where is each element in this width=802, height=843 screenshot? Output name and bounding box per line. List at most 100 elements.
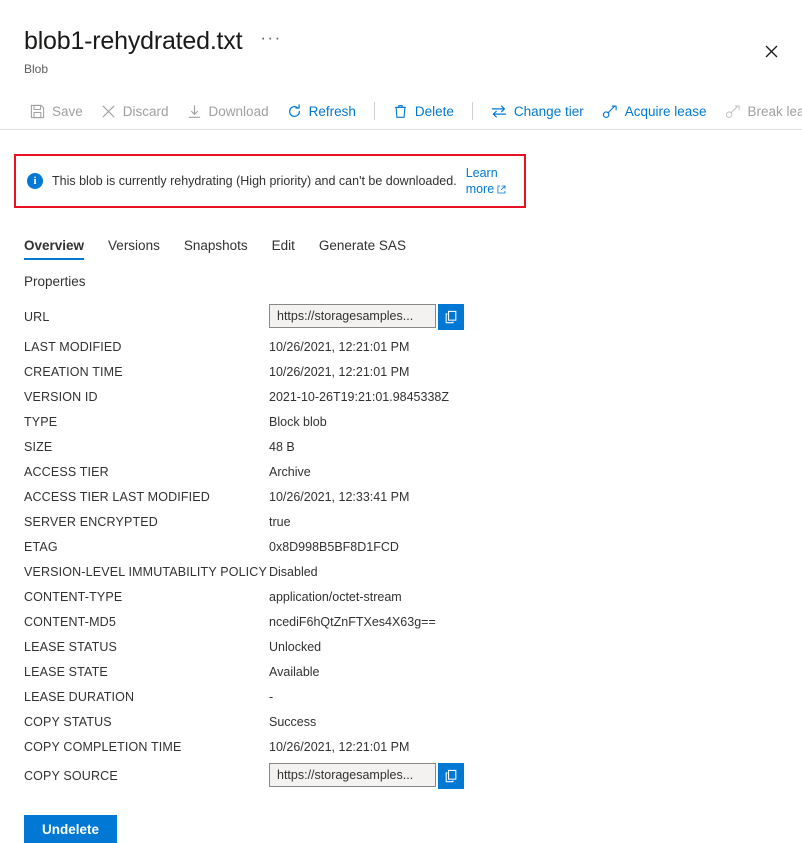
property-key: CONTENT-MD5: [24, 615, 269, 629]
save-button[interactable]: Save: [24, 93, 92, 129]
property-row: CREATION TIME10/26/2021, 12:21:01 PM: [24, 359, 778, 384]
acquire-lease-icon: [602, 104, 618, 119]
break-lease-button[interactable]: Break lease: [716, 93, 802, 129]
property-row: ETAG0x8D998B5BF8D1FCD: [24, 534, 778, 559]
property-row: LEASE STATUSUnlocked: [24, 634, 778, 659]
property-key: LEASE STATUS: [24, 640, 269, 654]
tab-generate-sas[interactable]: Generate SAS: [307, 238, 418, 260]
undelete-button[interactable]: Undelete: [24, 815, 117, 843]
property-row: CONTENT-MD5ncediF6hQtZnFTXes4X63g==: [24, 609, 778, 634]
properties-list: URLLAST MODIFIED10/26/2021, 12:21:01 PMC…: [0, 300, 802, 793]
rehydration-notice-highlight: i This blob is currently rehydrating (Hi…: [14, 154, 526, 208]
page-header: blob1-rehydrated.txt ··· Blob: [0, 0, 802, 77]
property-key: ACCESS TIER LAST MODIFIED: [24, 490, 269, 504]
property-key: TYPE: [24, 415, 269, 429]
property-row: SERVER ENCRYPTEDtrue: [24, 509, 778, 534]
property-row: COPY SOURCE: [24, 759, 778, 793]
property-row: SIZE48 B: [24, 434, 778, 459]
property-row: ACCESS TIER LAST MODIFIED10/26/2021, 12:…: [24, 484, 778, 509]
break-lease-icon: [725, 104, 741, 119]
discard-icon: [101, 104, 116, 119]
property-row: LAST MODIFIED10/26/2021, 12:21:01 PM: [24, 334, 778, 359]
change-tier-icon: [491, 104, 507, 119]
property-key: SERVER ENCRYPTED: [24, 515, 269, 529]
property-key: LEASE DURATION: [24, 690, 269, 704]
acquire-lease-label: Acquire lease: [625, 104, 707, 119]
property-key: LEASE STATE: [24, 665, 269, 679]
property-row: URL: [24, 300, 778, 334]
property-key: ETAG: [24, 540, 269, 554]
property-value: Available: [269, 665, 320, 679]
property-value-input[interactable]: [269, 304, 436, 328]
discard-button[interactable]: Discard: [92, 93, 178, 129]
more-menu-button[interactable]: ···: [256, 29, 285, 53]
copy-icon[interactable]: [438, 763, 464, 789]
rehydration-notice: i This blob is currently rehydrating (Hi…: [17, 157, 523, 205]
delete-button[interactable]: Delete: [384, 93, 463, 129]
refresh-button[interactable]: Refresh: [278, 93, 365, 129]
property-value: true: [269, 515, 291, 529]
tab-overview[interactable]: Overview: [24, 238, 96, 260]
refresh-label: Refresh: [309, 104, 356, 119]
tab-snapshots[interactable]: Snapshots: [172, 238, 260, 260]
property-value: Unlocked: [269, 640, 321, 654]
property-value: 10/26/2021, 12:21:01 PM: [269, 340, 409, 354]
property-row: TYPEBlock blob: [24, 409, 778, 434]
property-value-input[interactable]: [269, 763, 436, 787]
download-label: Download: [209, 104, 269, 119]
properties-section-title: Properties: [0, 274, 802, 289]
property-value: Archive: [269, 465, 311, 479]
property-key: COPY COMPLETION TIME: [24, 740, 269, 754]
acquire-lease-button[interactable]: Acquire lease: [593, 93, 716, 129]
close-icon[interactable]: [756, 36, 786, 66]
learn-more-label: Learn more: [466, 166, 498, 196]
property-key: VERSION ID: [24, 390, 269, 404]
property-row: COPY COMPLETION TIME10/26/2021, 12:21:01…: [24, 734, 778, 759]
refresh-icon: [287, 104, 302, 119]
property-key: COPY STATUS: [24, 715, 269, 729]
property-row: CONTENT-TYPEapplication/octet-stream: [24, 584, 778, 609]
property-value: 10/26/2021, 12:33:41 PM: [269, 490, 409, 504]
property-value: 0x8D998B5BF8D1FCD: [269, 540, 399, 554]
property-value: Disabled: [269, 565, 318, 579]
command-bar: Save Discard Download Refresh: [0, 93, 802, 130]
property-key: SIZE: [24, 440, 269, 454]
page-title: blob1-rehydrated.txt: [24, 26, 242, 56]
change-tier-button[interactable]: Change tier: [482, 93, 593, 129]
property-row: VERSION ID2021-10-26T19:21:01.9845338Z: [24, 384, 778, 409]
title-row: blob1-rehydrated.txt ···: [24, 26, 778, 56]
property-row: LEASE DURATION-: [24, 684, 778, 709]
property-value: application/octet-stream: [269, 590, 402, 604]
property-value: 2021-10-26T19:21:01.9845338Z: [269, 390, 449, 404]
tab-versions[interactable]: Versions: [96, 238, 172, 260]
property-field-group: [269, 763, 464, 789]
download-icon: [187, 104, 202, 119]
property-key: COPY SOURCE: [24, 769, 269, 783]
property-value: -: [269, 690, 273, 704]
rehydration-notice-text: This blob is currently rehydrating (High…: [52, 173, 457, 189]
tab-edit[interactable]: Edit: [260, 238, 307, 260]
property-key: ACCESS TIER: [24, 465, 269, 479]
learn-more-link[interactable]: Learn more: [466, 165, 513, 197]
property-key: CREATION TIME: [24, 365, 269, 379]
property-value: 10/26/2021, 12:21:01 PM: [269, 740, 409, 754]
property-row: LEASE STATEAvailable: [24, 659, 778, 684]
delete-icon: [393, 104, 408, 119]
property-key: LAST MODIFIED: [24, 340, 269, 354]
external-link-icon: [497, 185, 506, 194]
download-button[interactable]: Download: [178, 93, 278, 129]
property-row: COPY STATUSSuccess: [24, 709, 778, 734]
property-row: VERSION-LEVEL IMMUTABILITY POLICYDisable…: [24, 559, 778, 584]
toolbar-divider-2: [472, 102, 473, 120]
info-icon: i: [27, 173, 43, 189]
property-key: URL: [24, 310, 269, 324]
save-icon: [30, 104, 45, 119]
discard-label: Discard: [123, 104, 169, 119]
property-key: VERSION-LEVEL IMMUTABILITY POLICY: [24, 565, 269, 579]
copy-icon[interactable]: [438, 304, 464, 330]
property-value: 48 B: [269, 440, 295, 454]
property-value: Block blob: [269, 415, 327, 429]
property-value: ncediF6hQtZnFTXes4X63g==: [269, 615, 436, 629]
toolbar-divider-1: [374, 102, 375, 120]
save-label: Save: [52, 104, 83, 119]
